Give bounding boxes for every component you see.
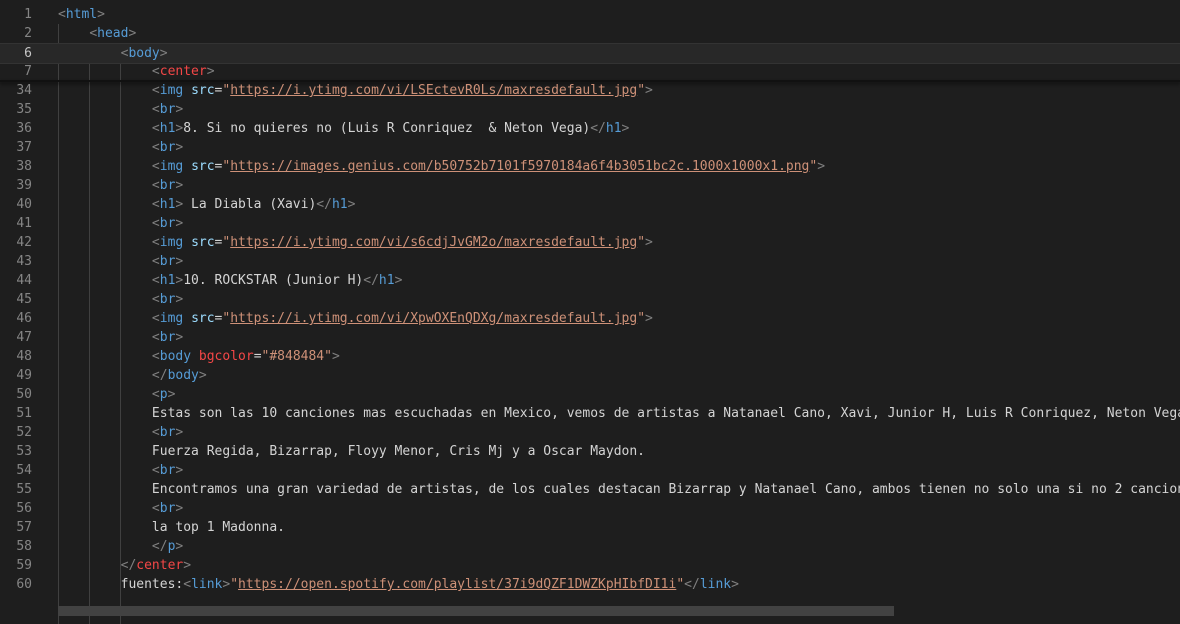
code-line[interactable]: 52 <br> <box>0 423 1180 442</box>
code-text[interactable]: <h1> La Diabla (Xavi)</h1> <box>58 195 356 214</box>
code-text[interactable]: <img src="https://i.ytimg.com/vi/s6cdjJv… <box>58 233 653 252</box>
code-line[interactable]: 2 <head> <box>0 24 1180 43</box>
line-number: 52 <box>16 425 32 440</box>
code-text[interactable]: <br> <box>58 461 183 480</box>
code-line[interactable]: 58 </p> <box>0 537 1180 556</box>
code-text[interactable]: <br> <box>58 214 183 233</box>
code-line[interactable]: 48 <body bgcolor="#848484"> <box>0 347 1180 366</box>
code-text[interactable]: <img src="https://images.genius.com/b507… <box>58 157 825 176</box>
code-line[interactable]: 55 Encontramos una gran variedad de arti… <box>0 480 1180 499</box>
line-number: 53 <box>16 444 32 459</box>
code-text[interactable]: <h1>8. Si no quieres no (Luis R Conrique… <box>58 119 629 138</box>
code-text[interactable]: <head> <box>58 24 136 43</box>
code-text[interactable]: Fuerza Regida, Bizarrap, Floyy Menor, Cr… <box>58 442 645 461</box>
line-number: 58 <box>16 539 32 554</box>
code-text[interactable]: <br> <box>58 328 183 347</box>
line-number: 7 <box>24 64 32 79</box>
line-number: 38 <box>16 159 32 174</box>
line-number: 43 <box>16 254 32 269</box>
code-text[interactable]: <h1>10. ROCKSTAR (Junior H)</h1> <box>58 271 402 290</box>
code-editor[interactable]: 1 <html> 2 <head> 6 <body> 7 <center> 34 <img… <box>0 0 1180 624</box>
code-line[interactable]: 37 <br> <box>0 138 1180 157</box>
line-number: 44 <box>16 273 32 288</box>
code-text[interactable]: <p> <box>58 385 175 404</box>
line-number: 49 <box>16 368 32 383</box>
line-number: 57 <box>16 520 32 535</box>
code-text[interactable]: <center> <box>58 62 215 81</box>
code-text[interactable]: <body> <box>58 44 168 63</box>
code-line[interactable]: 43 <br> <box>0 252 1180 271</box>
code-text[interactable]: <br> <box>58 138 183 157</box>
line-number: 47 <box>16 330 32 345</box>
line-number: 46 <box>16 311 32 326</box>
line-number: 34 <box>16 83 32 98</box>
line-number: 55 <box>16 482 32 497</box>
code-line[interactable]: 35 <br> <box>0 100 1180 119</box>
code-line[interactable]: 38 <img src="https://images.genius.com/b… <box>0 157 1180 176</box>
line-number: 1 <box>24 7 32 22</box>
code-line[interactable]: 50 <p> <box>0 385 1180 404</box>
code-text[interactable]: <img src="https://i.ytimg.com/vi/XpwOXEn… <box>58 309 653 328</box>
code-line[interactable]: 34 <img src="https://i.ytimg.com/vi/LSEc… <box>0 81 1180 100</box>
line-number: 35 <box>16 102 32 117</box>
line-number: 2 <box>24 26 32 41</box>
code-line[interactable]: 1 <html> <box>0 5 1180 24</box>
code-line[interactable]: 7 <center> <box>0 62 1180 81</box>
code-text[interactable]: <img src="https://i.ytimg.com/vi/LSEctev… <box>58 81 653 100</box>
code-line[interactable]: 57 la top 1 Madonna. <box>0 518 1180 537</box>
code-text[interactable]: Encontramos una gran variedad de artista… <box>58 480 1180 499</box>
code-text[interactable]: <br> <box>58 499 183 518</box>
code-line[interactable]: 54 <br> <box>0 461 1180 480</box>
code-line[interactable]: 51 Estas son las 10 canciones mas escuch… <box>0 404 1180 423</box>
code-text[interactable]: </p> <box>58 537 183 556</box>
code-text[interactable]: Estas son las 10 canciones mas escuchada… <box>58 404 1180 423</box>
line-number: 37 <box>16 140 32 155</box>
line-number: 48 <box>16 349 32 364</box>
code-text[interactable]: </body> <box>58 366 207 385</box>
code-line[interactable]: 39 <br> <box>0 176 1180 195</box>
code-line[interactable]: 45 <br> <box>0 290 1180 309</box>
horizontal-scrollbar[interactable] <box>58 606 894 616</box>
code-text[interactable]: </center> <box>58 556 191 575</box>
code-line[interactable]: 60 fuentes:<link>"https://open.spotify.c… <box>0 575 1180 594</box>
code-line[interactable]: 56 <br> <box>0 499 1180 518</box>
line-number: 6 <box>24 46 32 61</box>
line-number: 50 <box>16 387 32 402</box>
code-line[interactable]: 47 <br> <box>0 328 1180 347</box>
code-line[interactable]: 46 <img src="https://i.ytimg.com/vi/XpwO… <box>0 309 1180 328</box>
code-line[interactable]: 6 <body> <box>0 43 1180 64</box>
code-line[interactable]: 49 </body> <box>0 366 1180 385</box>
code-text[interactable]: <br> <box>58 100 183 119</box>
line-number: 36 <box>16 121 32 136</box>
code-text[interactable]: <html> <box>58 5 105 24</box>
line-number: 42 <box>16 235 32 250</box>
code-line[interactable]: 44 <h1>10. ROCKSTAR (Junior H)</h1> <box>0 271 1180 290</box>
code-line[interactable]: 36 <h1>8. Si no quieres no (Luis R Conri… <box>0 119 1180 138</box>
code-text[interactable]: <br> <box>58 290 183 309</box>
code-text[interactable]: fuentes:<link>"https://open.spotify.com/… <box>58 575 739 594</box>
line-number: 54 <box>16 463 32 478</box>
code-text[interactable]: <br> <box>58 176 183 195</box>
line-number: 60 <box>16 577 32 592</box>
code-line[interactable]: 53 Fuerza Regida, Bizarrap, Floyy Menor,… <box>0 442 1180 461</box>
line-number: 45 <box>16 292 32 307</box>
code-text[interactable]: <br> <box>58 252 183 271</box>
code-line[interactable]: 40 <h1> La Diabla (Xavi)</h1> <box>0 195 1180 214</box>
code-line[interactable]: 59 </center> <box>0 556 1180 575</box>
line-number: 39 <box>16 178 32 193</box>
code-text[interactable]: <body bgcolor="#848484"> <box>58 347 340 366</box>
line-number: 59 <box>16 558 32 573</box>
line-number: 51 <box>16 406 32 421</box>
code-line[interactable]: 42 <img src="https://i.ytimg.com/vi/s6cd… <box>0 233 1180 252</box>
code-text[interactable]: <br> <box>58 423 183 442</box>
code-text[interactable]: la top 1 Madonna. <box>58 518 285 537</box>
line-number: 56 <box>16 501 32 516</box>
line-number: 41 <box>16 216 32 231</box>
line-number: 40 <box>16 197 32 212</box>
code-line[interactable]: 41 <br> <box>0 214 1180 233</box>
